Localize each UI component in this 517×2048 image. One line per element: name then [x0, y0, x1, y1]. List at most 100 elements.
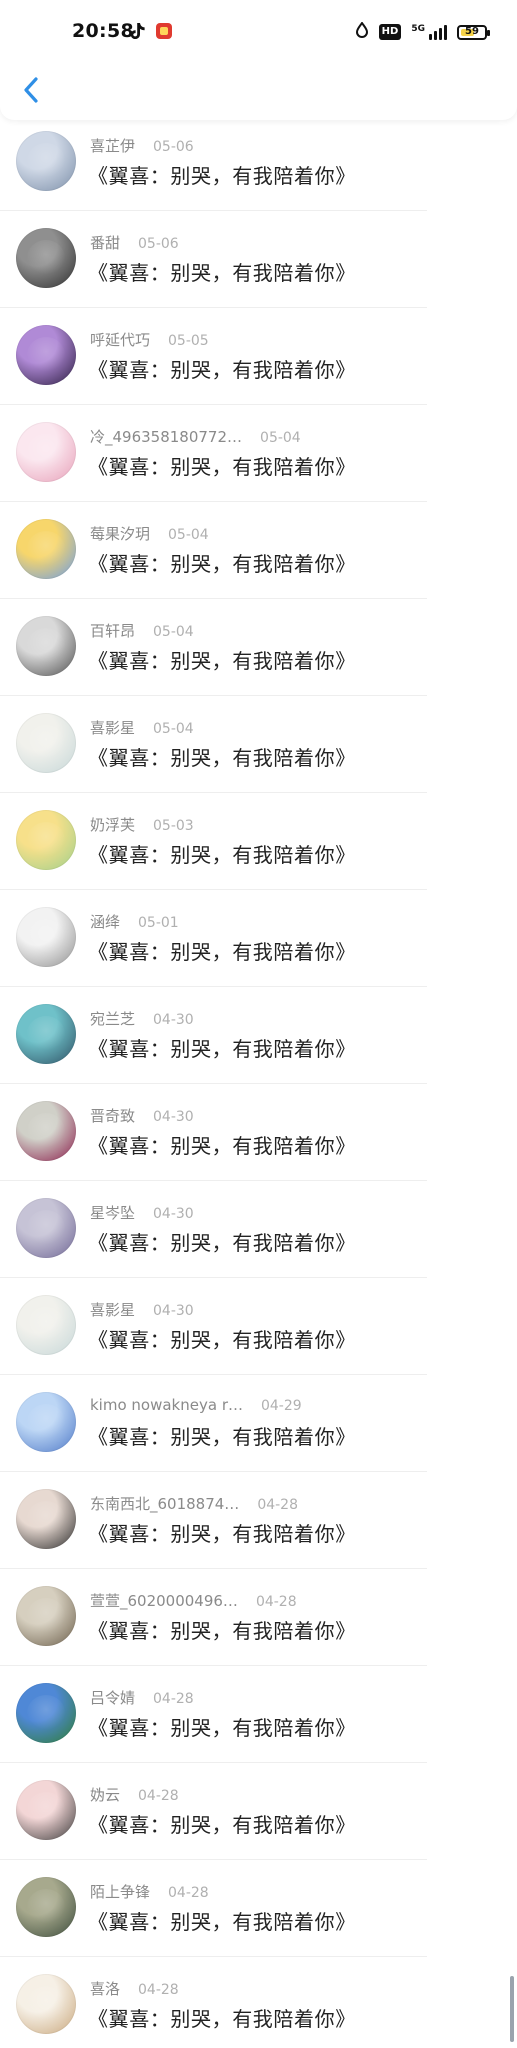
list-item[interactable]: 冷_496358180772… 05-04 《翼喜：别哭，有我陪着你》 — [0, 405, 517, 502]
username[interactable]: 冷_496358180772… — [90, 426, 242, 447]
username[interactable]: 星岑坠 — [90, 1202, 135, 1223]
avatar[interactable] — [16, 1004, 76, 1064]
comment-meta: 涵绛 05-01 — [90, 911, 179, 932]
avatar[interactable] — [16, 519, 76, 579]
avatar[interactable] — [16, 1780, 76, 1840]
username[interactable]: 吕令婧 — [90, 1687, 135, 1708]
avatar[interactable] — [16, 325, 76, 385]
status-time: 20:58 — [72, 20, 134, 42]
avatar[interactable] — [16, 1392, 76, 1452]
avatar[interactable] — [16, 1877, 76, 1937]
comment-meta: 妫云 04-28 — [90, 1784, 179, 1805]
comment-date: 05-05 — [168, 333, 209, 349]
comment-list-screen: 20:58 HD 5G 59 喜芷伊 05-06 《翼喜：别哭，有我陪着你》 番… — [0, 0, 517, 2048]
avatar[interactable] — [16, 1586, 76, 1646]
list-item[interactable]: 呼延代巧 05-05 《翼喜：别哭，有我陪着你》 — [0, 308, 517, 405]
comment-text: 《翼喜：别哭，有我陪着你》 — [88, 1134, 356, 1158]
list-item[interactable]: 妫云 04-28 《翼喜：别哭，有我陪着你》 — [0, 1763, 517, 1860]
list-item[interactable]: 莓果汐玥 05-04 《翼喜：别哭，有我陪着你》 — [0, 502, 517, 599]
back-button[interactable] — [14, 74, 50, 110]
list-item[interactable]: 喜影星 04-30 《翼喜：别哭，有我陪着你》 — [0, 1278, 517, 1375]
comment-text: 《翼喜：别哭，有我陪着你》 — [88, 1328, 356, 1352]
comment-meta: kimo nowakneya r… 04-29 — [90, 1396, 302, 1414]
username[interactable]: 喜影星 — [90, 717, 135, 738]
username[interactable]: 喜芷伊 — [90, 135, 135, 156]
list-item[interactable]: 喜芷伊 05-06 《翼喜：别哭，有我陪着你》 — [0, 114, 517, 211]
list-item[interactable]: 喜影星 05-04 《翼喜：别哭，有我陪着你》 — [0, 696, 517, 793]
comment-meta: 喜影星 04-30 — [90, 1299, 194, 1320]
comment-date: 05-06 — [138, 236, 179, 252]
comment-meta: 番甜 05-06 — [90, 232, 179, 253]
scrollbar[interactable] — [510, 1976, 514, 2042]
list-item[interactable]: kimo nowakneya r… 04-29 《翼喜：别哭，有我陪着你》 — [0, 1375, 517, 1472]
username[interactable]: 东南西北_6018874… — [90, 1493, 239, 1514]
username[interactable]: 晋奇致 — [90, 1105, 135, 1126]
comment-text: 《翼喜：别哭，有我陪着你》 — [88, 1037, 356, 1061]
list-item[interactable]: 宛兰芝 04-30 《翼喜：别哭，有我陪着你》 — [0, 987, 517, 1084]
comment-meta: 宛兰芝 04-30 — [90, 1008, 194, 1029]
username[interactable]: 番甜 — [90, 232, 120, 253]
username[interactable]: 喜影星 — [90, 1299, 135, 1320]
list-item[interactable]: 陌上争锋 04-28 《翼喜：别哭，有我陪着你》 — [0, 1860, 517, 1957]
comment-date: 05-04 — [153, 721, 194, 737]
list-item[interactable]: 百轩昂 05-04 《翼喜：别哭，有我陪着你》 — [0, 599, 517, 696]
list-item[interactable]: 东南西北_6018874… 04-28 《翼喜：别哭，有我陪着你》 — [0, 1472, 517, 1569]
comment-text: 《翼喜：别哭，有我陪着你》 — [88, 940, 356, 964]
username[interactable]: 喜洛 — [90, 1978, 120, 1999]
avatar[interactable] — [16, 1101, 76, 1161]
username[interactable]: 百轩昂 — [90, 620, 135, 641]
list-item[interactable]: 星岑坠 04-30 《翼喜：别哭，有我陪着你》 — [0, 1181, 517, 1278]
comment-date: 05-01 — [138, 915, 179, 931]
battery-icon: 59 — [457, 24, 490, 40]
comment-date: 05-06 — [153, 139, 194, 155]
comment-text: 《翼喜：别哭，有我陪着你》 — [88, 1619, 356, 1643]
avatar[interactable] — [16, 616, 76, 676]
avatar[interactable] — [16, 810, 76, 870]
username[interactable]: 陌上争锋 — [90, 1881, 150, 1902]
avatar[interactable] — [16, 1198, 76, 1258]
comment-text: 《翼喜：别哭，有我陪着你》 — [88, 1813, 356, 1837]
username[interactable]: 宛兰芝 — [90, 1008, 135, 1029]
comment-meta: 莓果汐玥 05-04 — [90, 523, 209, 544]
list-item[interactable]: 涵绛 05-01 《翼喜：别哭，有我陪着你》 — [0, 890, 517, 987]
avatar[interactable] — [16, 131, 76, 191]
comment-text: 《翼喜：别哭，有我陪着你》 — [88, 1425, 356, 1449]
comment-text: 《翼喜：别哭，有我陪着你》 — [88, 1231, 356, 1255]
username[interactable]: 莓果汐玥 — [90, 523, 150, 544]
list-item[interactable]: 晋奇致 04-30 《翼喜：别哭，有我陪着你》 — [0, 1084, 517, 1181]
list-item[interactable]: 喜洛 04-28 《翼喜：别哭，有我陪着你》 — [0, 1957, 517, 2048]
comment-text: 《翼喜：别哭，有我陪着你》 — [88, 358, 356, 382]
username[interactable]: 奶浮芙 — [90, 814, 135, 835]
username[interactable]: 萱萱_6020000496… — [90, 1590, 238, 1611]
username[interactable]: 妫云 — [90, 1784, 120, 1805]
list-item[interactable]: 萱萱_6020000496… 04-28 《翼喜：别哭，有我陪着你》 — [0, 1569, 517, 1666]
username[interactable]: 涵绛 — [90, 911, 120, 932]
avatar[interactable] — [16, 422, 76, 482]
list-item[interactable]: 番甜 05-06 《翼喜：别哭，有我陪着你》 — [0, 211, 517, 308]
hd-label: HD — [381, 26, 399, 37]
username[interactable]: kimo nowakneya r… — [90, 1396, 243, 1414]
avatar[interactable] — [16, 1489, 76, 1549]
comment-meta: 冷_496358180772… 05-04 — [90, 426, 301, 447]
network-label: 5G — [411, 24, 425, 34]
battery-text: 59 — [465, 26, 479, 37]
comment-date: 04-28 — [255, 1594, 297, 1610]
comment-list: 喜芷伊 05-06 《翼喜：别哭，有我陪着你》 番甜 05-06 《翼喜：别哭，有我陪着你… — [0, 114, 517, 2048]
comment-date: 04-28 — [138, 1982, 179, 1998]
avatar[interactable] — [16, 1974, 76, 2034]
signal-bar — [429, 34, 432, 40]
avatar[interactable] — [16, 907, 76, 967]
avatar[interactable] — [16, 1683, 76, 1743]
avatar[interactable] — [16, 713, 76, 773]
comment-meta: 喜洛 04-28 — [90, 1978, 179, 1999]
avatar[interactable] — [16, 1295, 76, 1355]
list-item[interactable]: 吕令婧 04-28 《翼喜：别哭，有我陪着你》 — [0, 1666, 517, 1763]
comment-date: 04-29 — [260, 1398, 302, 1414]
comment-meta: 奶浮芙 05-03 — [90, 814, 194, 835]
list-item[interactable]: 奶浮芙 05-03 《翼喜：别哭，有我陪着你》 — [0, 793, 517, 890]
avatar[interactable] — [16, 228, 76, 288]
comment-text: 《翼喜：别哭，有我陪着你》 — [88, 746, 356, 770]
comment-date: 04-30 — [153, 1109, 194, 1125]
comment-text: 《翼喜：别哭，有我陪着你》 — [88, 649, 356, 673]
username[interactable]: 呼延代巧 — [90, 329, 150, 350]
